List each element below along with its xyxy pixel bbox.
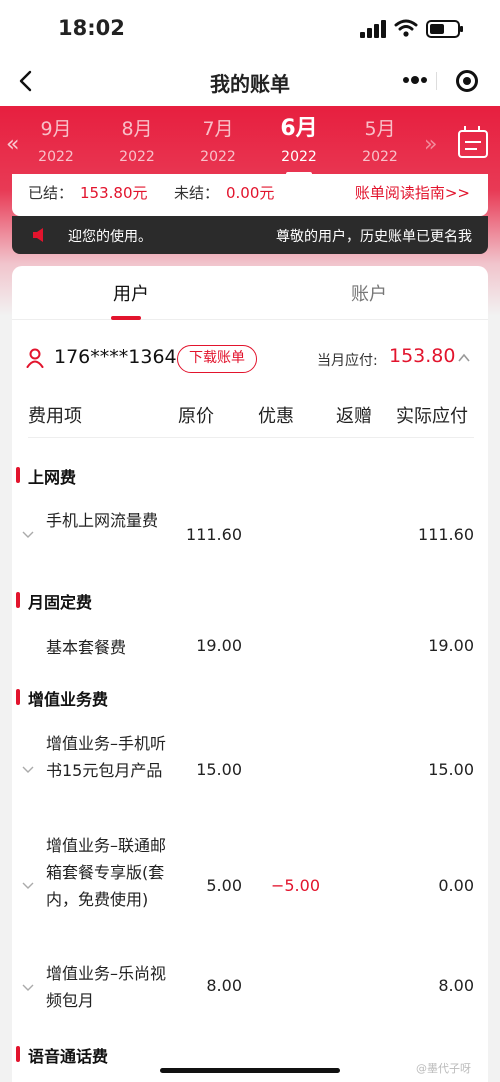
chevron-down-icon (22, 766, 34, 773)
close-mini-program-icon[interactable] (456, 70, 478, 92)
settled-label: 已结： (28, 184, 74, 202)
status-bar: 18:02 (0, 0, 500, 58)
original-price: 111.60 (186, 525, 242, 544)
wifi-icon (394, 19, 418, 37)
month-tab-jun[interactable]: 6月 2022 (264, 116, 334, 176)
battery-icon (426, 20, 463, 38)
actual-due: 111.60 (418, 525, 474, 544)
tab-user[interactable]: 用户 (12, 280, 250, 306)
col-actual-due: 实际应付 (396, 406, 468, 427)
col-discount: 优惠 (258, 406, 294, 427)
col-fee-item: 费用项 (28, 406, 82, 427)
chevron-down-icon (22, 984, 34, 991)
signal-icon (360, 20, 388, 38)
active-tab-indicator (111, 316, 141, 320)
month-label: 8月 (121, 118, 153, 140)
actual-due: 19.00 (428, 636, 474, 655)
reading-guide-link[interactable]: 账单阅读指南>> (355, 182, 470, 203)
mini-program-capsule (384, 63, 490, 99)
speaker-icon (33, 228, 43, 242)
prev-months-icon[interactable]: « (6, 132, 19, 157)
account-row: 176****1364 下载账单 当月应付: 153.80 (12, 336, 488, 382)
table-row[interactable]: 增值业务–联通邮箱套餐专享版(套内，免费使用) 5.00 −5.00 0.00 (12, 832, 488, 942)
watermark: @墨代子呀 (416, 1062, 471, 1075)
table-header: 费用项 原价 优惠 返赠 实际应付 (28, 396, 474, 438)
actual-due: 8.00 (438, 976, 474, 995)
fee-name: 增值业务–手机听书15元包月产品 (46, 734, 167, 780)
table-row[interactable]: 增值业务–手机听书15元包月产品 15.00 15.00 (12, 730, 488, 812)
year-label: 2022 (281, 149, 317, 165)
user-icon (26, 348, 44, 368)
col-rebate: 返赠 (336, 406, 372, 427)
chevron-down-icon (22, 531, 34, 538)
actual-due: 15.00 (428, 760, 474, 779)
due-label: 当月应付: (317, 353, 378, 369)
notice-bar[interactable]: 迎您的使用。 尊敬的用户，历史账单已更名我 (12, 216, 488, 254)
tab-account[interactable]: 账户 (250, 280, 488, 306)
month-tab-may[interactable]: 5月 2022 (345, 116, 415, 168)
bill-summary: 已结： 153.80元 未结： 0.00元 账单阅读指南>> (12, 174, 488, 216)
more-icon[interactable] (402, 75, 428, 85)
original-price: 15.00 (196, 760, 242, 779)
chevron-up-icon[interactable] (458, 352, 470, 364)
month-tab-jul[interactable]: 7月 2022 (183, 116, 253, 168)
year-label: 2022 (362, 149, 398, 165)
month-label: 5月 (364, 118, 396, 140)
fee-name: 增值业务–乐尚视频包月 (46, 964, 167, 1010)
month-label: 6月 (280, 116, 318, 141)
due-amount: 153.80 (389, 345, 456, 367)
col-original-price: 原价 (178, 406, 214, 427)
unsettled-label: 未结： (174, 184, 220, 202)
chevron-down-icon (22, 882, 34, 889)
tab-bar: 用户 账户 (12, 266, 488, 320)
table-row[interactable]: 手机上网流量费 111.60 111.60 (12, 507, 488, 563)
month-tab-sep[interactable]: 9月 2022 (21, 116, 91, 168)
original-price: 5.00 (206, 876, 242, 895)
unsettled-value: 0.00元 (226, 184, 275, 202)
year-label: 2022 (200, 149, 236, 165)
original-price: 8.00 (206, 976, 242, 995)
nav-bar: 我的账单 (0, 58, 500, 106)
month-label: 9月 (40, 118, 72, 140)
calendar-icon[interactable] (458, 126, 488, 158)
fee-name: 手机上网流量费 (46, 511, 159, 530)
original-price: 19.00 (196, 636, 242, 655)
status-time: 18:02 (58, 16, 125, 40)
month-tab-aug[interactable]: 8月 2022 (102, 116, 172, 168)
phone-number: 176****1364 (54, 346, 177, 368)
month-label: 7月 (202, 118, 234, 140)
fee-name: 增值业务–联通邮箱套餐专享版(套内，免费使用) (46, 836, 167, 909)
settled-value: 153.80元 (80, 184, 148, 202)
notice-text-marquee: 尊敬的用户，历史账单已更名我 (276, 229, 472, 245)
year-label: 2022 (38, 149, 74, 165)
next-months-icon[interactable]: » (424, 132, 437, 157)
table-row: 基本套餐费 19.00 19.00 (12, 634, 488, 664)
table-row[interactable]: 增值业务–乐尚视频包月 8.00 8.00 (12, 960, 488, 1016)
capsule-divider (436, 72, 437, 90)
home-indicator (160, 1068, 340, 1073)
year-label: 2022 (119, 149, 155, 165)
notice-text: 迎您的使用。 (68, 229, 152, 245)
actual-due: 0.00 (438, 876, 474, 895)
bill-detail-card: 用户 账户 176****1364 下载账单 当月应付: 153.80 费用项 … (12, 266, 488, 1082)
download-bill-button[interactable]: 下载账单 (177, 345, 257, 373)
discount: −5.00 (270, 876, 320, 895)
